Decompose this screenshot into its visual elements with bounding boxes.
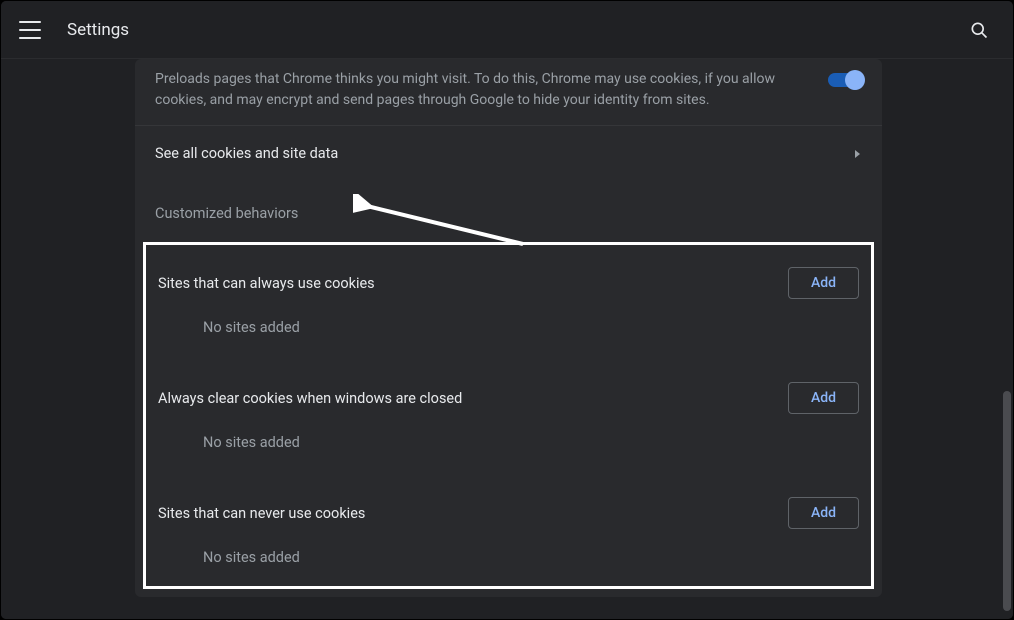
behavior-header: Sites that can always use cookies Add — [158, 263, 859, 303]
page-title: Settings — [67, 20, 129, 40]
scrollbar-track[interactable] — [1001, 61, 1011, 615]
behavior-title: Sites that can never use cookies — [158, 505, 788, 522]
chevron-right-icon — [854, 144, 862, 163]
behavior-header: Sites that can never use cookies Add — [158, 493, 859, 533]
add-button-never-allow[interactable]: Add — [788, 497, 859, 529]
search-button[interactable] — [963, 14, 995, 46]
top-bar: Settings — [1, 1, 1013, 59]
toggle-knob — [845, 70, 865, 90]
preload-pages-row: Preloads pages that Chrome thinks you mi… — [135, 59, 882, 125]
behavior-header: Always clear cookies when windows are cl… — [158, 378, 859, 418]
see-all-cookies-label: See all cookies and site data — [155, 145, 854, 162]
customized-behaviors-header: Customized behaviors — [135, 181, 882, 242]
behavior-never-allow: Sites that can never use cookies Add No … — [146, 479, 871, 582]
app-window: Settings Preloads pages that Chrome thin… — [0, 0, 1014, 620]
preload-toggle[interactable] — [828, 73, 862, 87]
add-button-clear-on-close[interactable]: Add — [788, 382, 859, 414]
scrollbar-thumb[interactable] — [1003, 391, 1011, 611]
preload-description: Preloads pages that Chrome thinks you mi… — [155, 69, 828, 111]
behavior-always-allow: Sites that can always use cookies Add No… — [146, 249, 871, 364]
no-sites-text: No sites added — [158, 533, 859, 576]
content-area: Preloads pages that Chrome thinks you mi… — [1, 59, 1013, 619]
search-icon — [969, 20, 989, 40]
highlight-annotation-box: Sites that can always use cookies Add No… — [143, 242, 874, 589]
see-all-cookies-row[interactable]: See all cookies and site data — [135, 126, 882, 181]
no-sites-text: No sites added — [158, 418, 859, 473]
behavior-title: Sites that can always use cookies — [158, 275, 788, 292]
no-sites-text: No sites added — [158, 303, 859, 358]
behavior-clear-on-close: Always clear cookies when windows are cl… — [146, 364, 871, 479]
add-button-always-allow[interactable]: Add — [788, 267, 859, 299]
settings-panel: Preloads pages that Chrome thinks you mi… — [135, 59, 882, 597]
menu-icon[interactable] — [19, 21, 41, 39]
behavior-title: Always clear cookies when windows are cl… — [158, 390, 788, 407]
